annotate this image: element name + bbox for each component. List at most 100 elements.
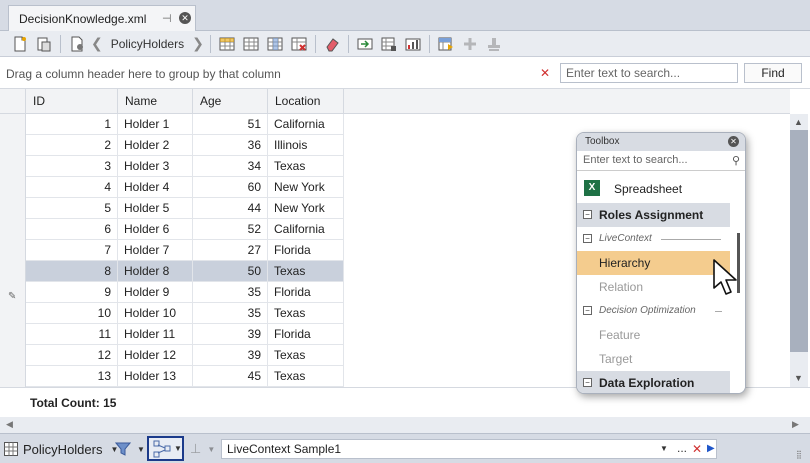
document-tab[interactable]: DecisionKnowledge.xml ⊣ ✕ bbox=[8, 5, 196, 32]
column-header-name[interactable]: Name bbox=[118, 89, 193, 114]
clear-context-icon[interactable]: ✕ bbox=[692, 442, 702, 456]
hierarchy-button[interactable]: ▼ bbox=[147, 436, 184, 461]
cell-name[interactable]: Holder 9 bbox=[118, 282, 193, 303]
cell-location[interactable]: Texas bbox=[268, 366, 344, 387]
cell-id[interactable]: 2 bbox=[26, 135, 118, 156]
cell-name[interactable]: Holder 8 bbox=[118, 261, 193, 282]
table-row[interactable]: 6 Holder 6 52 California bbox=[26, 219, 344, 240]
add-button[interactable] bbox=[460, 34, 480, 54]
grid-search-input[interactable] bbox=[560, 63, 738, 83]
table-row[interactable]: 3 Holder 3 34 Texas bbox=[26, 156, 344, 177]
toolbox-group-livecontext[interactable]: − LiveContext bbox=[577, 227, 730, 251]
close-icon[interactable]: ✕ bbox=[179, 12, 191, 24]
scroll-left-icon[interactable]: ◀ bbox=[6, 419, 13, 430]
table-row[interactable]: 4 Holder 4 60 New York bbox=[26, 177, 344, 198]
table-row[interactable]: 1 Holder 1 51 California bbox=[26, 114, 344, 135]
cell-id[interactable]: 9 bbox=[26, 282, 118, 303]
cell-age[interactable]: 60 bbox=[193, 177, 268, 198]
find-button[interactable]: Find bbox=[744, 63, 802, 83]
chart-button[interactable] bbox=[403, 34, 423, 54]
cell-name[interactable]: Holder 11 bbox=[118, 324, 193, 345]
table-row[interactable]: 5 Holder 5 44 New York bbox=[26, 198, 344, 219]
table-delete-button[interactable] bbox=[289, 34, 309, 54]
cell-name[interactable]: Holder 6 bbox=[118, 219, 193, 240]
toolbox-item-feature[interactable]: Feature bbox=[577, 323, 730, 347]
table-insert-column-button[interactable] bbox=[265, 34, 285, 54]
cell-age[interactable]: 27 bbox=[193, 240, 268, 261]
cell-location[interactable]: Texas bbox=[268, 345, 344, 366]
cell-location[interactable]: California bbox=[268, 219, 344, 240]
cell-name[interactable]: Holder 10 bbox=[118, 303, 193, 324]
collapse-icon[interactable]: − bbox=[583, 234, 592, 243]
toolbox-item-relation[interactable]: Relation bbox=[577, 275, 730, 299]
stamp-button[interactable] bbox=[484, 34, 504, 54]
chevron-down-icon[interactable]: ▼ bbox=[174, 444, 182, 453]
table-row[interactable]: 2 Holder 2 36 Illinois bbox=[26, 135, 344, 156]
nav-forward-icon[interactable]: ❯ bbox=[190, 35, 206, 52]
paste-document-button[interactable] bbox=[34, 34, 54, 54]
eraser-button[interactable] bbox=[322, 34, 342, 54]
source-selector[interactable]: PolicyHolders ▼ bbox=[4, 434, 118, 463]
livecontext-selector[interactable]: LiveContext Sample1 ▼ ... ✕ ▶ bbox=[221, 439, 717, 459]
cell-name[interactable]: Holder 3 bbox=[118, 156, 193, 177]
toolbox-search-placeholder[interactable]: Enter text to search... bbox=[583, 154, 688, 166]
run-table-button[interactable] bbox=[436, 34, 456, 54]
cell-age[interactable]: 50 bbox=[193, 261, 268, 282]
more-options-button[interactable]: ... bbox=[677, 441, 687, 455]
new-document-button[interactable] bbox=[10, 34, 30, 54]
cell-age[interactable]: 39 bbox=[193, 345, 268, 366]
scroll-down-icon[interactable]: ▼ bbox=[794, 373, 803, 383]
cell-location[interactable]: Florida bbox=[268, 324, 344, 345]
cell-location[interactable]: New York bbox=[268, 198, 344, 219]
chevron-down-icon[interactable]: ▼ bbox=[660, 444, 668, 453]
toolbox-item-spreadsheet[interactable]: X Spreadsheet bbox=[577, 177, 730, 201]
cell-id[interactable]: 3 bbox=[26, 156, 118, 177]
pin-context-button[interactable]: ⊥ ▼ bbox=[190, 434, 215, 463]
collapse-icon[interactable]: − bbox=[583, 210, 592, 219]
cell-location[interactable]: Texas bbox=[268, 303, 344, 324]
cell-location[interactable]: Florida bbox=[268, 282, 344, 303]
cell-age[interactable]: 51 bbox=[193, 114, 268, 135]
chevron-down-icon[interactable]: ▼ bbox=[207, 445, 215, 454]
horizontal-scrollbar[interactable]: ◀ ▶ bbox=[0, 417, 810, 433]
toolbox-category-roles-assignment[interactable]: − Roles Assignment bbox=[577, 203, 730, 227]
column-header-id[interactable]: ID bbox=[26, 89, 118, 114]
document-settings-button[interactable] bbox=[67, 34, 87, 54]
cell-age[interactable]: 39 bbox=[193, 324, 268, 345]
table-row[interactable]: 9 Holder 9 35 Florida bbox=[26, 282, 344, 303]
filter-button[interactable]: ▼ bbox=[115, 434, 145, 463]
cell-id[interactable]: 7 bbox=[26, 240, 118, 261]
export-table-button[interactable] bbox=[379, 34, 399, 54]
collapse-icon[interactable]: − bbox=[583, 378, 592, 387]
table-add-button[interactable] bbox=[217, 34, 237, 54]
cell-id[interactable]: 13 bbox=[26, 366, 118, 387]
cell-name[interactable]: Holder 7 bbox=[118, 240, 193, 261]
vertical-scrollbar[interactable]: ▲ ▼ bbox=[790, 114, 808, 387]
scroll-up-icon[interactable]: ▲ bbox=[794, 117, 803, 127]
cell-location[interactable]: Florida bbox=[268, 240, 344, 261]
cell-id[interactable]: 8 bbox=[26, 261, 118, 282]
chevron-down-icon[interactable]: ▼ bbox=[137, 445, 145, 454]
import-button[interactable] bbox=[355, 34, 375, 54]
scroll-right-icon[interactable]: ▶ bbox=[792, 419, 799, 430]
table-row[interactable]: 13 Holder 13 45 Texas bbox=[26, 366, 344, 387]
cell-location[interactable]: Texas bbox=[268, 156, 344, 177]
table-insert-row-button[interactable] bbox=[241, 34, 261, 54]
run-context-icon[interactable]: ▶ bbox=[707, 443, 715, 454]
collapse-icon[interactable]: − bbox=[583, 306, 592, 315]
cell-id[interactable]: 10 bbox=[26, 303, 118, 324]
column-header-location[interactable]: Location bbox=[268, 89, 344, 114]
clear-search-icon[interactable]: ✕ bbox=[540, 66, 550, 80]
cell-name[interactable]: Holder 2 bbox=[118, 135, 193, 156]
resize-grip-icon[interactable]: ⣿ bbox=[796, 450, 802, 459]
vertical-scroll-thumb[interactable] bbox=[790, 130, 808, 352]
table-row[interactable]: 10 Holder 10 35 Texas bbox=[26, 303, 344, 324]
cell-age[interactable]: 52 bbox=[193, 219, 268, 240]
pin-icon[interactable]: ⊣ bbox=[162, 12, 172, 25]
toolbox-search[interactable]: Enter text to search... ⚲ bbox=[577, 151, 745, 171]
table-row[interactable]: 7 Holder 7 27 Florida bbox=[26, 240, 344, 261]
cell-location[interactable]: California bbox=[268, 114, 344, 135]
cell-location[interactable]: New York bbox=[268, 177, 344, 198]
cell-name[interactable]: Holder 12 bbox=[118, 345, 193, 366]
toolbox-item-hierarchy[interactable]: Hierarchy bbox=[577, 251, 730, 275]
